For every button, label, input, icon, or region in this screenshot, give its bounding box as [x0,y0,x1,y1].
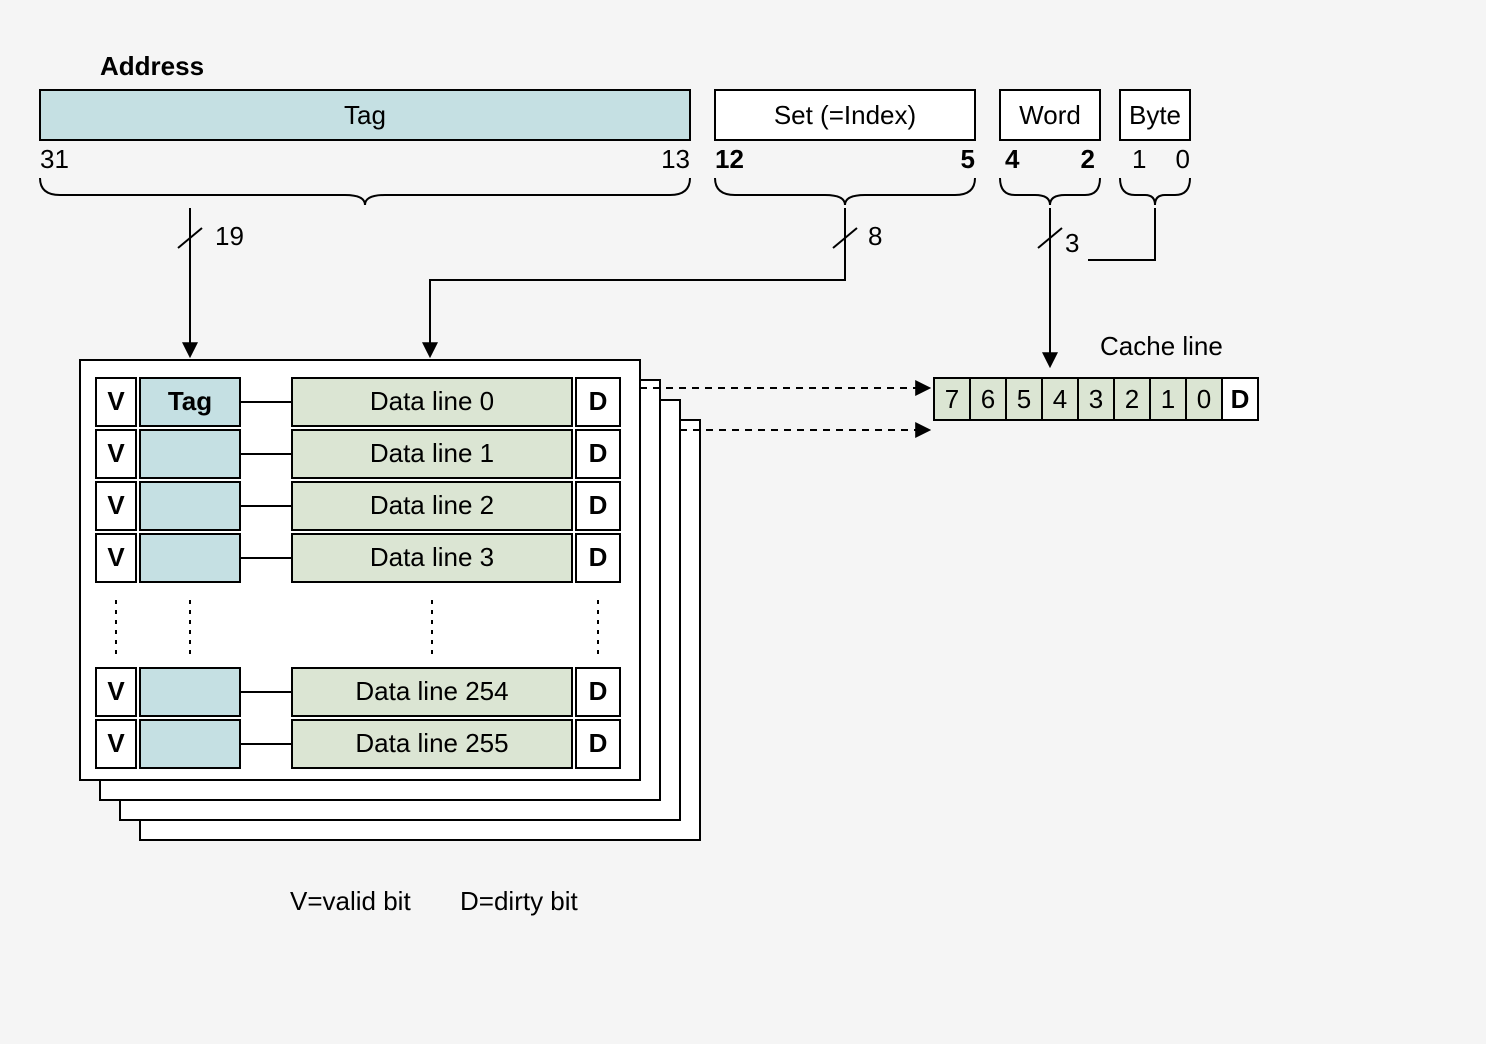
address-field-byte: Byte 1 0 [1120,90,1190,174]
dirty-bit-cell: D [589,490,608,520]
cache-line-cell: 7 [945,384,959,414]
dirty-bit-header: D [589,386,608,416]
cache-row: V Data line 2 D [96,482,620,530]
field-tag-hi: 31 [40,144,69,174]
cache-line-cell: 5 [1017,384,1031,414]
field-byte-hi: 1 [1132,144,1146,174]
dirty-bit-cell: D [589,438,608,468]
field-set-lo: 5 [961,144,975,174]
address-field-set: Set (=Index) 12 5 [715,90,975,174]
data-line-label: Data line 0 [370,386,494,416]
dirty-bit-cell: D [589,542,608,572]
dirty-bit-cell: D [589,676,608,706]
data-line-label: Data line 254 [355,676,508,706]
data-line-label: Data line 255 [355,728,508,758]
cache-line-cell: 4 [1053,384,1067,414]
cache-line-cells: 7 6 5 4 3 2 1 0 D [934,378,1258,420]
cache-row: V Data line 3 D [96,534,620,582]
underbraces [40,178,1190,205]
cache-line-cell: 6 [981,384,995,414]
address-title: Address [100,51,204,81]
cache-row: V Tag Data line 0 D [96,378,620,426]
field-tag-lo: 13 [661,144,690,174]
cache-line-cell: 1 [1161,384,1175,414]
field-set-label: Set (=Index) [774,100,916,130]
valid-bit-cell: V [107,542,125,572]
cache-address-diagram: Address Tag 31 13 Set (=Index) 12 5 Word… [0,0,1486,1044]
field-byte-label: Byte [1129,100,1181,130]
field-word-label: Word [1019,100,1081,130]
valid-bit-cell: V [107,676,125,706]
field-tag-label: Tag [344,100,386,130]
tag-column-header: Tag [168,386,212,416]
field-word-lo: 2 [1081,144,1095,174]
tag-width: 19 [215,221,244,251]
dirty-bit-cell: D [589,728,608,758]
data-line-label: Data line 3 [370,542,494,572]
field-byte-lo: 0 [1176,144,1190,174]
legend-valid: V=valid bit [290,886,411,916]
cache-line-cell: D [1231,384,1250,414]
cache-line-label: Cache line [1100,331,1223,361]
address-field-word: Word 4 2 [1000,90,1100,174]
data-line-label: Data line 2 [370,490,494,520]
cache-row: V Data line 255 D [96,720,620,768]
valid-bit-cell: V [107,728,125,758]
legend-dirty: D=dirty bit [460,886,579,916]
cache-row: V Data line 1 D [96,430,620,478]
address-field-tag: Tag 31 13 [40,90,690,174]
data-line-label: Data line 1 [370,438,494,468]
cache-way-front: V Tag Data line 0 D V Data line 1 D V Da… [96,378,620,768]
valid-bit-cell: V [107,438,125,468]
cache-line-cell: 0 [1197,384,1211,414]
cache-row: V Data line 254 D [96,668,620,716]
field-set-hi: 12 [715,144,744,174]
set-width: 8 [868,221,882,251]
word-width: 3 [1065,228,1079,258]
valid-bit-cell: V [107,490,125,520]
valid-bit-header: V [107,386,125,416]
field-word-hi: 4 [1005,144,1020,174]
field-arrows: 19 8 3 [178,208,1155,365]
cache-line-cell: 3 [1089,384,1103,414]
cache-line-cell: 2 [1125,384,1139,414]
